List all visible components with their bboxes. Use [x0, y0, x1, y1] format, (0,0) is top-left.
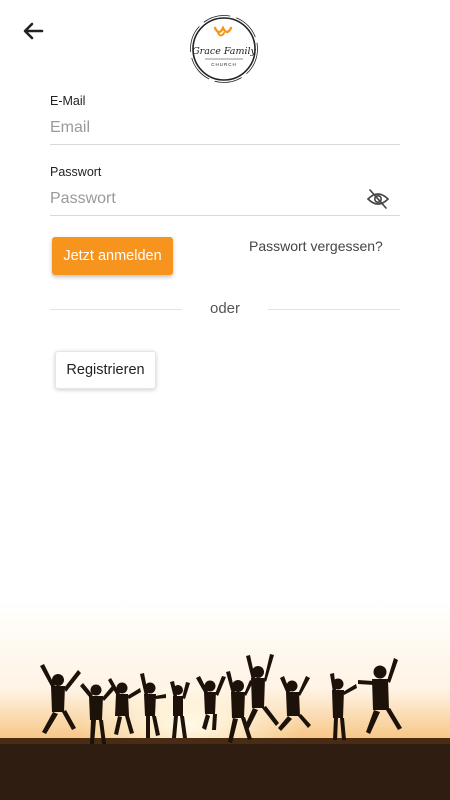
register-button[interactable]: Registrieren	[55, 351, 156, 389]
svg-text:CHURCH: CHURCH	[211, 62, 237, 67]
password-label: Passwort	[50, 165, 102, 179]
divider-right	[268, 309, 400, 310]
email-label: E-Mail	[50, 94, 86, 108]
church-logo: Grace Family CHURCH	[189, 14, 259, 84]
svg-text:Grace Family: Grace Family	[192, 46, 256, 57]
login-button[interactable]: Jetzt anmelden	[52, 237, 173, 275]
email-input[interactable]	[50, 111, 400, 145]
eye-off-icon[interactable]	[366, 188, 390, 210]
footer-sunset-image	[0, 600, 450, 800]
forgot-password-link[interactable]: Passwort vergessen?	[249, 238, 383, 254]
or-divider-text: oder	[209, 300, 241, 317]
divider-left	[50, 309, 182, 310]
password-input[interactable]	[50, 182, 400, 216]
back-button[interactable]	[18, 16, 48, 46]
arrow-left-icon	[23, 22, 44, 40]
